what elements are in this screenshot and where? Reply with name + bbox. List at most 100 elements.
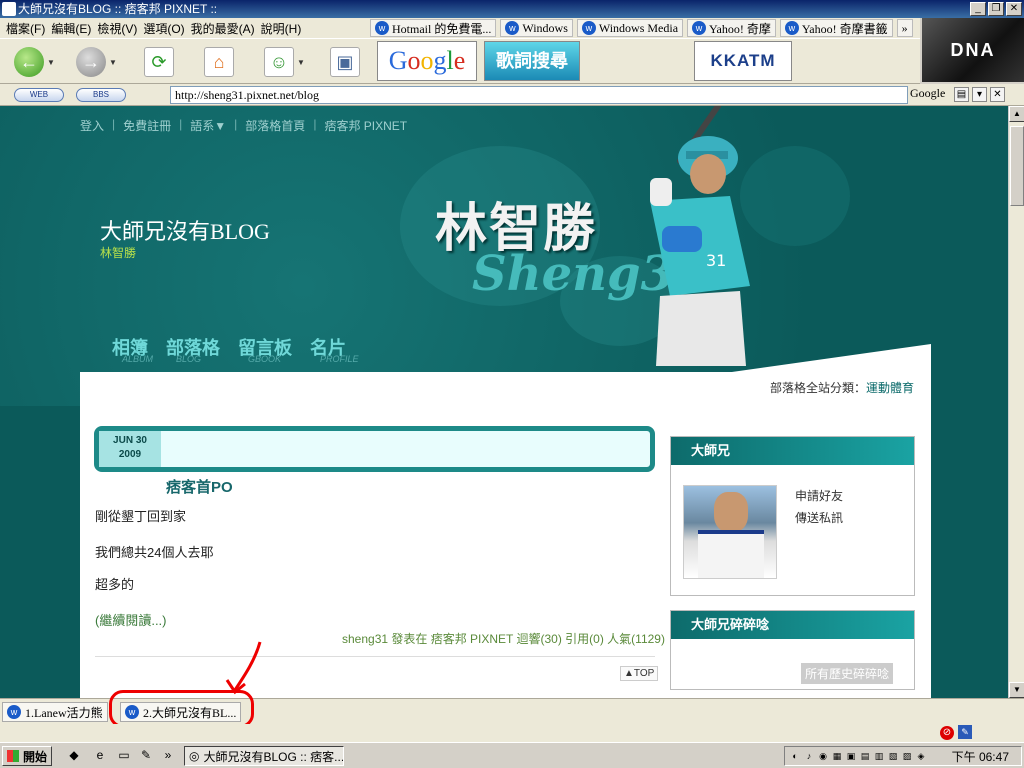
pixnet-link[interactable]: 痞客邦 PIXNET	[324, 117, 407, 134]
post-meta[interactable]: sheng31 發表在 痞客邦 PIXNET 迴響(30) 引用(0) 人氣(1…	[342, 630, 665, 647]
back-to-top-button[interactable]: ▲TOP	[620, 666, 659, 681]
messenger-button[interactable]: ☺ ▼	[264, 43, 305, 81]
tab-lanew[interactable]: w 1.Lanew活力熊	[2, 702, 108, 722]
tab-icon[interactable]: ▤	[954, 87, 969, 102]
all-history-button[interactable]: 所有歷史碎碎唸	[801, 663, 894, 684]
windows-logo-icon	[7, 750, 19, 762]
category-link[interactable]: 運動體育	[866, 381, 914, 395]
forward-button[interactable]: → ▼	[76, 43, 117, 81]
favorite-link-yahoo-bookmarks[interactable]: w Yahoo! 奇摩書籤	[779, 19, 893, 37]
tools-icon[interactable]: ✎	[958, 725, 972, 739]
stop-icon[interactable]: ⊘	[940, 726, 954, 740]
close-button[interactable]: ✕	[1006, 2, 1022, 16]
refresh-icon: ⟳	[144, 47, 174, 77]
favorite-link-windows[interactable]: w Windows	[500, 19, 573, 37]
avatar[interactable]	[683, 485, 777, 579]
post-date-day: JUN 30	[113, 435, 147, 446]
google-toolbar-button[interactable]: Google	[377, 41, 477, 81]
lyrics-search-button[interactable]: 歌詞搜尋	[484, 41, 580, 81]
add-friend-link[interactable]: 申請好友	[795, 487, 843, 504]
scroll-thumb[interactable]	[1010, 126, 1024, 206]
tab-album[interactable]: 相簿 ALBUM	[112, 334, 153, 364]
window-title: 大師兄沒有BLOG :: 痞客邦 PIXNET ::	[18, 2, 218, 16]
tray-icon[interactable]: ◉	[817, 750, 829, 762]
minimize-button[interactable]: _	[970, 2, 986, 16]
menu-view[interactable]: 檢視(V)	[97, 20, 137, 37]
baseball-player-image: 31	[650, 106, 750, 366]
people-icon: ☺	[264, 47, 294, 77]
quicklaunch-icon[interactable]: ◆	[66, 747, 82, 763]
favorite-link-hotmail[interactable]: w Hotmail 的免費電...	[370, 19, 497, 37]
menu-file[interactable]: 檔案(F)	[6, 20, 45, 37]
menu-favorites[interactable]: 我的最愛(A)	[191, 20, 255, 37]
post-date: JUN 30 2009	[99, 431, 161, 467]
tray-icon[interactable]: ▧	[887, 750, 899, 762]
home-button[interactable]: ⌂	[204, 43, 234, 81]
page-icon: w	[505, 21, 520, 35]
tray-icon[interactable]: ▦	[831, 750, 843, 762]
tray-icon[interactable]: ▣	[845, 750, 857, 762]
taskbar-window-button[interactable]: ◎ 大師兄沒有BLOG :: 痞客...	[184, 746, 344, 766]
tray-icon[interactable]: ▤	[859, 750, 871, 762]
favorite-link-yahoo[interactable]: w Yahoo! 奇摩	[687, 19, 776, 37]
chevron-right-icon[interactable]: »	[160, 747, 176, 763]
ie-icon: ◎	[189, 749, 200, 763]
send-message-link[interactable]: 傳送私訊	[795, 509, 843, 526]
tray-icon[interactable]: ◈	[915, 750, 927, 762]
menu-edit[interactable]: 編輯(E)	[51, 20, 91, 37]
refresh-button[interactable]: ⟳	[144, 43, 174, 81]
chevron-down-icon[interactable]: ▼	[297, 58, 305, 67]
favorites-more-button[interactable]: »	[896, 19, 913, 37]
ie-quicklaunch-icon[interactable]: e	[92, 747, 108, 763]
post-date-bar: JUN 30 2009	[94, 426, 655, 472]
tab-profile[interactable]: 名片 PROFILE	[310, 334, 359, 364]
language-link[interactable]: 語系▼	[190, 117, 226, 134]
chevron-down-icon[interactable]: ▼	[47, 58, 55, 67]
chevron-down-icon[interactable]: ▼	[109, 58, 117, 67]
menu-help[interactable]: 說明(H)	[261, 20, 302, 37]
login-link[interactable]: 登入	[80, 117, 104, 134]
dropdown-icon[interactable]: ▾	[972, 87, 987, 102]
forward-arrow-icon: →	[76, 47, 106, 77]
blog-title[interactable]: 大師兄沒有BLOG	[100, 214, 270, 246]
address-bar: WEB BBS http://sheng31.pixnet.net/blog G…	[0, 84, 1024, 106]
scroll-down-button[interactable]: ▼	[1009, 682, 1024, 698]
tab-sublabel: BLOG	[176, 354, 202, 364]
close-icon[interactable]: ✕	[990, 87, 1005, 102]
notepad-icon[interactable]: ✎	[138, 747, 154, 763]
web-pill-button[interactable]: WEB	[14, 88, 64, 102]
start-button[interactable]: 開始	[2, 746, 52, 766]
register-link[interactable]: 免費註冊	[123, 117, 171, 134]
home-icon: ⌂	[204, 47, 234, 77]
post-text: 我們總共24個人去耶	[95, 545, 214, 560]
read-more-link[interactable]: (繼續閱讀...)	[95, 610, 167, 629]
kkatm-button[interactable]: KKATM	[694, 41, 792, 81]
restore-button[interactable]: ❐	[988, 2, 1004, 16]
tab-sublabel: ALBUM	[122, 354, 154, 364]
back-button[interactable]: ← ▼	[14, 43, 55, 81]
favorite-link-windows-media[interactable]: w Windows Media	[576, 19, 684, 37]
web-content: 登入 | 免費註冊 | 語系▼ | 部落格首頁 | 痞客邦 PIXNET 大師兄沒有BL…	[0, 106, 1008, 698]
bbs-pill-button[interactable]: BBS	[76, 88, 126, 102]
post-title[interactable]: 痞客首PO	[166, 476, 233, 497]
blog-home-link[interactable]: 部落格首頁	[245, 117, 305, 134]
box-icon: ▣	[330, 47, 360, 77]
menu-options[interactable]: 選項(O)	[143, 20, 184, 37]
tray-icon[interactable]: ▥	[873, 750, 885, 762]
tab-blog[interactable]: 部落格 BLOG	[166, 334, 220, 364]
post-text: 超多的	[95, 577, 135, 592]
url-input[interactable]: http://sheng31.pixnet.net/blog	[170, 86, 908, 104]
taskbar: 開始 ◆ e ▭ ✎ » ◎ 大師兄沒有BLOG :: 痞客... ◐ ♪ ◉ ▦…	[0, 742, 1024, 768]
tray-icon[interactable]: ♪	[803, 750, 815, 762]
scroll-up-button[interactable]: ▲	[1009, 106, 1024, 122]
page-icon: w	[692, 21, 707, 35]
tray-icon[interactable]: ▨	[901, 750, 913, 762]
clock[interactable]: 下午 06:47	[952, 748, 1009, 765]
package-button[interactable]: ▣	[330, 43, 360, 81]
desktop-icon[interactable]: ▭	[116, 747, 132, 763]
vertical-scrollbar[interactable]: ▲ ▼	[1008, 106, 1024, 698]
tray-icon[interactable]: ◐	[789, 750, 801, 762]
ie-app-icon	[2, 2, 16, 16]
search-engine-label: Google	[910, 86, 946, 100]
tab-guestbook[interactable]: 留言板 GBOOK	[238, 334, 292, 364]
